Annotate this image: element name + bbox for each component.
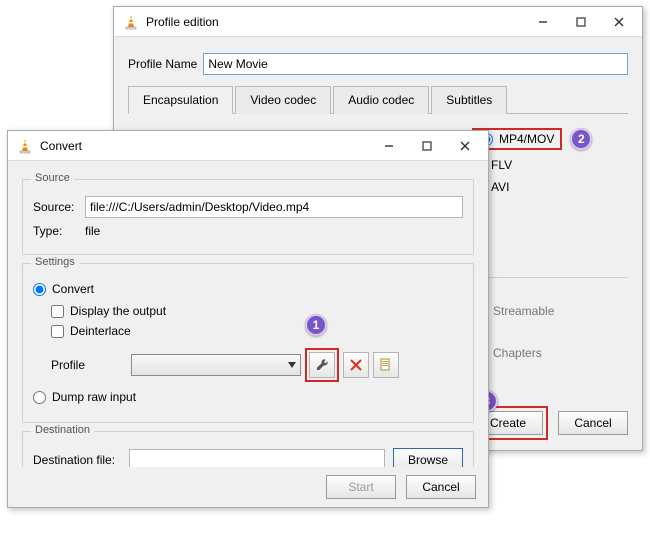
button-label: Create [490, 416, 526, 430]
close-button[interactable] [600, 8, 638, 36]
group-source: Source Source: Type: file [22, 179, 474, 255]
source-label: Source: [33, 200, 79, 214]
wrench-icon [315, 358, 329, 372]
profile-name-input[interactable] [203, 53, 628, 75]
radio-convert[interactable]: Convert [33, 282, 463, 296]
tab-label: Subtitles [446, 93, 492, 107]
titlebar[interactable]: Profile edition [114, 7, 642, 37]
tab-video-codec[interactable]: Video codec [235, 86, 331, 114]
cancel-button[interactable]: Cancel [406, 475, 476, 499]
profile-select[interactable] [131, 354, 301, 376]
checkbox-label: Display the output [70, 304, 166, 318]
status-label: Chapters [493, 346, 542, 360]
radio-label: MP4/MOV [499, 132, 554, 146]
window-title: Profile edition [146, 15, 524, 29]
radio-label: Convert [52, 282, 94, 296]
radio-label: FLV [491, 158, 512, 172]
new-profile-button[interactable] [373, 352, 399, 378]
tab-encapsulation[interactable]: Encapsulation [128, 86, 233, 114]
checkbox-deinterlace[interactable]: Deinterlace [51, 324, 463, 338]
group-legend: Source [31, 172, 74, 184]
radio-flv[interactable]: FLV [472, 158, 622, 172]
destination-label: Destination file: [33, 453, 123, 467]
group-legend: Settings [31, 256, 79, 268]
checkbox-display-output[interactable]: Display the output [51, 304, 463, 318]
maximize-button[interactable] [408, 132, 446, 160]
radio-dump[interactable]: Dump raw input [33, 390, 463, 404]
vlc-icon [16, 137, 34, 155]
new-file-icon [379, 358, 393, 372]
dialog-button-bar: Start Cancel [8, 467, 488, 507]
minimize-button[interactable] [524, 8, 562, 36]
vlc-icon [122, 13, 140, 31]
radio-label: AVI [491, 180, 509, 194]
tab-label: Audio codec [348, 93, 414, 107]
x-icon [350, 359, 362, 371]
highlight-edit-profile [305, 348, 339, 382]
cancel-button[interactable]: Cancel [558, 411, 628, 435]
delete-profile-button[interactable] [343, 352, 369, 378]
group-legend: Destination [31, 424, 94, 436]
tab-strip: Encapsulation Video codec Audio codec Su… [128, 85, 628, 114]
radio-convert-input[interactable] [33, 283, 46, 296]
button-label: Start [348, 480, 373, 494]
radio-label: Dump raw input [52, 390, 136, 404]
tab-label: Encapsulation [143, 93, 218, 107]
callout-badge-1: 1 [305, 314, 327, 336]
callout-badge-2: 2 [570, 128, 592, 150]
window-title: Convert [40, 139, 370, 153]
button-label: Browse [408, 453, 448, 467]
type-label: Type: [33, 224, 79, 238]
type-value: file [85, 224, 100, 238]
profile-name-label: Profile Name [128, 57, 197, 71]
titlebar[interactable]: Convert [8, 131, 488, 161]
maximize-button[interactable] [562, 8, 600, 36]
close-button[interactable] [446, 132, 484, 160]
status-label: Streamable [493, 304, 554, 318]
start-button[interactable]: Start [326, 475, 396, 499]
tab-subtitles[interactable]: Subtitles [431, 86, 507, 114]
profile-label: Profile [51, 358, 131, 372]
edit-profile-button[interactable] [309, 352, 335, 378]
minimize-button[interactable] [370, 132, 408, 160]
radio-dump-input[interactable] [33, 391, 46, 404]
checkbox-label: Deinterlace [70, 324, 131, 338]
group-settings: Settings Convert Display the output Dein… [22, 263, 474, 423]
checkbox-deinterlace-input[interactable] [51, 325, 64, 338]
chevron-down-icon [288, 358, 296, 372]
tab-audio-codec[interactable]: Audio codec [333, 86, 429, 114]
button-label: Cancel [574, 416, 611, 430]
tab-label: Video codec [250, 93, 316, 107]
convert-window: Convert Source Source: Type: file Settin… [7, 130, 489, 508]
checkbox-display-output-input[interactable] [51, 305, 64, 318]
source-input[interactable] [85, 196, 463, 218]
radio-avi[interactable]: AVI [472, 180, 622, 194]
radio-mp4mov[interactable]: MP4/MOV [480, 132, 554, 146]
button-label: Cancel [422, 480, 459, 494]
